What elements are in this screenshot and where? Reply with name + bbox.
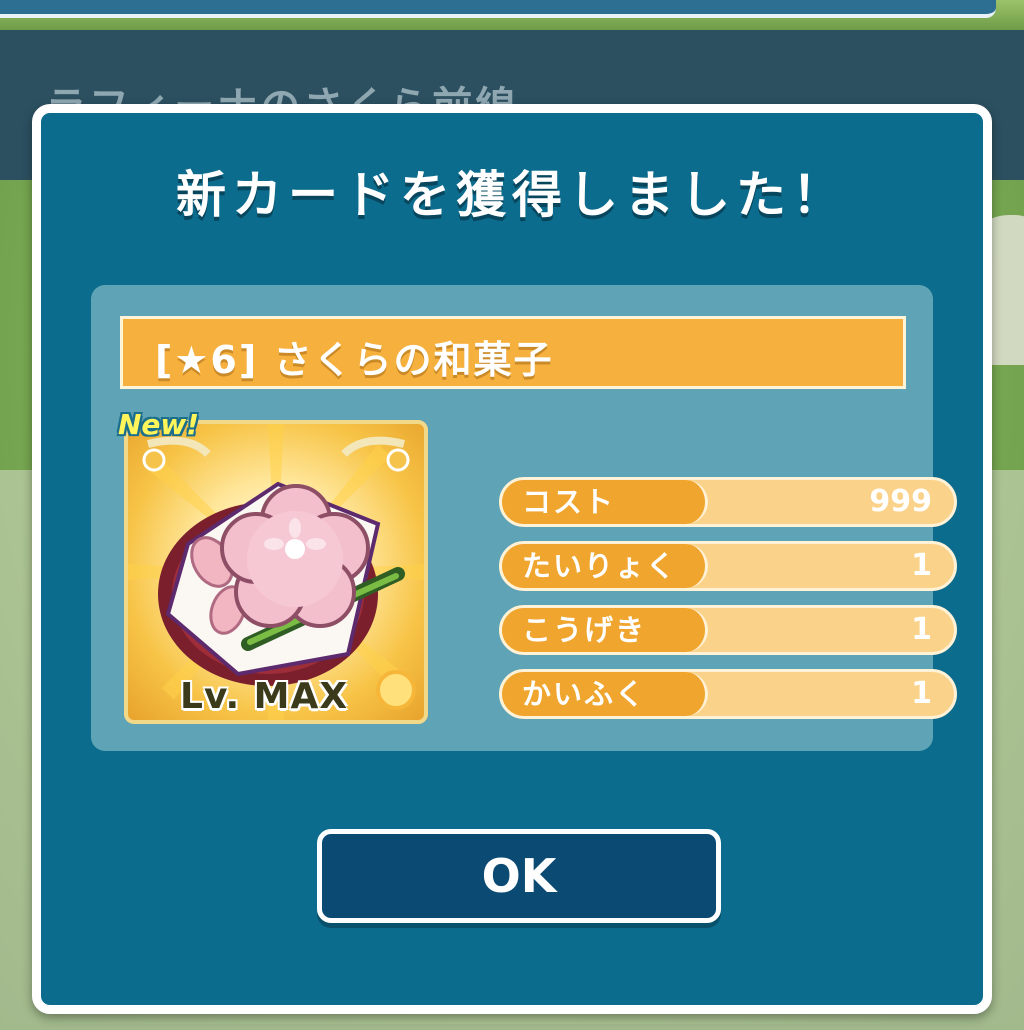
stat-label-hp: たいりょく — [502, 544, 708, 588]
stat-value-attack: 1 — [911, 612, 932, 647]
stat-row-cost: コスト 999 — [499, 477, 957, 527]
background-top-strip — [0, 0, 1024, 30]
stat-label-cost: コスト — [502, 480, 708, 524]
stat-row-attack: こうげき 1 — [499, 605, 957, 655]
stat-row-recovery: かいふく 1 — [499, 669, 957, 719]
card-acquired-dialog: 新カードを獲得しました！ [★6] さくらの和菓子 Lv. MAX コスト 99… — [32, 104, 992, 1014]
stat-value-recovery: 1 — [911, 676, 932, 711]
ok-button[interactable]: OK — [317, 829, 721, 923]
stat-row-hp: たいりょく 1 — [499, 541, 957, 591]
background-top-bar — [0, 0, 996, 18]
stat-value-cost: 999 — [869, 484, 932, 519]
dialog-title: 新カードを獲得しました！ — [176, 166, 848, 224]
card-panel: [★6] さくらの和菓子 Lv. MAX コスト 999 たいりょく 1 こうげ… — [91, 285, 957, 751]
card-level-badge: Lv. MAX — [180, 676, 349, 717]
card-name-bar: [★6] さくらの和菓子 — [120, 316, 906, 389]
card-name: [★6] さくらの和菓子 — [155, 338, 554, 382]
new-badge: New! — [118, 408, 200, 441]
stat-value-hp: 1 — [911, 548, 932, 583]
stat-label-recovery: かいふく — [502, 672, 708, 716]
card-image[interactable]: Lv. MAX — [124, 420, 428, 724]
stat-label-attack: こうげき — [502, 608, 708, 652]
